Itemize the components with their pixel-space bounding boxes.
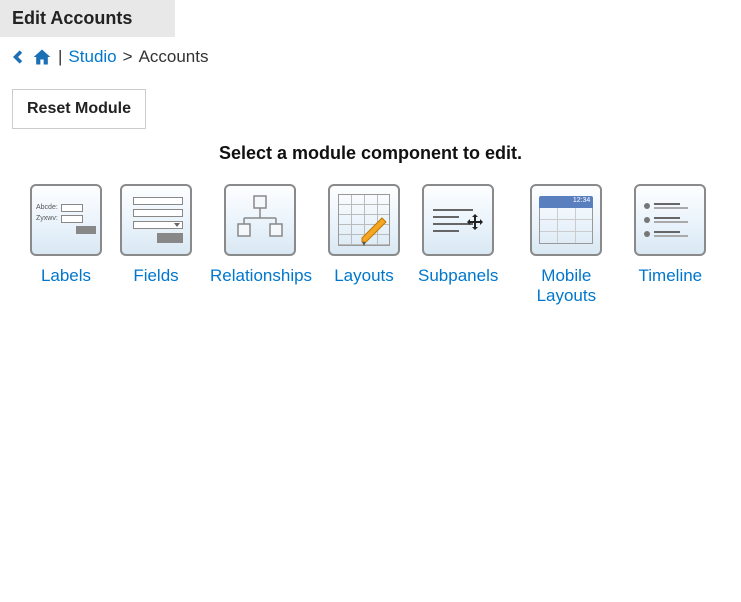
home-icon[interactable] xyxy=(32,47,52,67)
timeline-icon xyxy=(634,184,706,256)
content-area: Reset Module Select a module component t… xyxy=(0,71,741,324)
breadcrumb-separator: | xyxy=(58,47,62,67)
tile-label: Subpanels xyxy=(418,266,498,286)
labels-icon-text1: Abcde: xyxy=(36,204,58,211)
section-prompt: Select a module component to edit. xyxy=(12,143,729,164)
tile-relationships[interactable]: Relationships xyxy=(210,184,310,306)
tile-label: Layouts xyxy=(334,266,394,286)
tile-labels[interactable]: Abcde: Zyxwv: Labels xyxy=(30,184,102,306)
breadcrumb: | Studio > Accounts xyxy=(0,37,741,71)
tile-layouts[interactable]: Layouts xyxy=(328,184,400,306)
tile-grid: Abcde: Zyxwv: Labels Fields xyxy=(12,184,729,306)
subpanels-icon xyxy=(422,184,494,256)
tile-label: Fields xyxy=(133,266,178,286)
fields-icon xyxy=(120,184,192,256)
breadcrumb-current: Accounts xyxy=(139,47,209,67)
tile-label: Mobile Layouts xyxy=(516,266,616,306)
breadcrumb-gt: > xyxy=(123,47,133,67)
mobile-layouts-icon xyxy=(530,184,602,256)
tile-fields[interactable]: Fields xyxy=(120,184,192,306)
tile-subpanels[interactable]: Subpanels xyxy=(418,184,498,306)
layouts-icon xyxy=(328,184,400,256)
tile-label: Labels xyxy=(41,266,91,286)
page-title: Edit Accounts xyxy=(0,0,175,37)
labels-icon-text2: Zyxwv: xyxy=(36,215,58,222)
tile-label: Timeline xyxy=(639,266,703,286)
tile-timeline[interactable]: Timeline xyxy=(634,184,706,306)
relationships-icon xyxy=(224,184,296,256)
breadcrumb-studio-link[interactable]: Studio xyxy=(68,47,116,67)
back-icon[interactable] xyxy=(8,47,28,67)
labels-icon: Abcde: Zyxwv: xyxy=(30,184,102,256)
tile-label: Relationships xyxy=(210,266,310,286)
reset-module-button[interactable]: Reset Module xyxy=(12,89,146,129)
tile-mobile-layouts[interactable]: Mobile Layouts xyxy=(516,184,616,306)
